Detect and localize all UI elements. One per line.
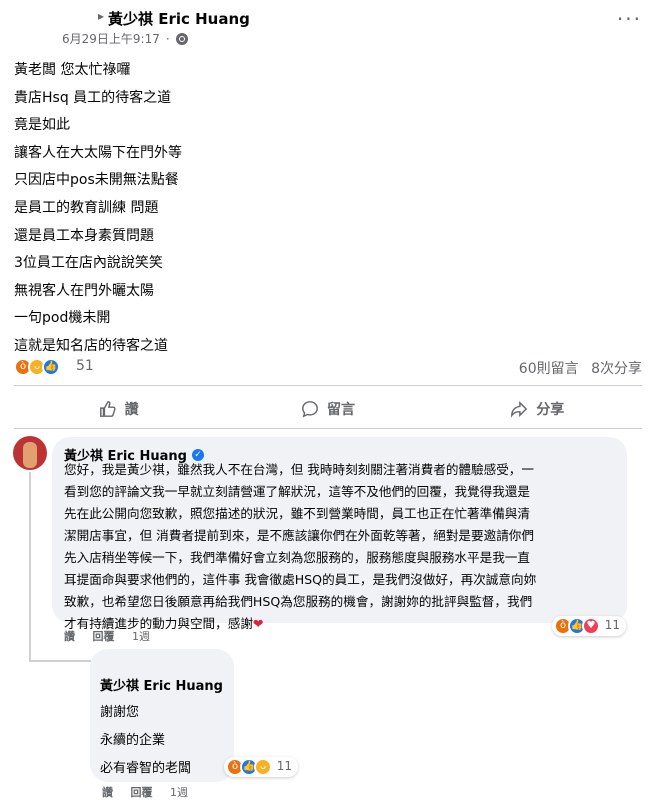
reply-reaction-count: 11: [276, 759, 292, 773]
reaction-summary: ò ᴗ 👍 51 60則留言 8次分享: [14, 356, 642, 380]
thread-line: [29, 472, 31, 662]
reply-time[interactable]: 1週: [170, 786, 188, 799]
comment-line: 您好，我是黃少祺，雖然我人不在台灣，但 我時時刻刻關注著消費者的體驗感受，一: [64, 462, 534, 477]
comment-line: 致歉，也希望您日後願意再給我們HSQ為您服務的機會，謝謝妳的批評與監督，我們: [64, 594, 533, 609]
reply-bubble: 黃少祺 Eric Huang 謝謝您 永續的企業 必有睿智的老闆: [90, 649, 234, 782]
reply-line: 必有睿智的老闆: [100, 761, 192, 776]
divider: [14, 428, 642, 429]
comment-line: 潔開店事宜，但 消費者提前到來，是不應該讓你們在外面乾等著，絕對是要邀請你們: [64, 528, 534, 543]
comment-actions: 讚 回覆 1週: [64, 628, 164, 644]
heart-icon: ❤: [252, 616, 264, 631]
reply-author[interactable]: 黃少祺 Eric Huang: [100, 675, 223, 694]
comment-reaction-count: 11: [604, 618, 620, 632]
post-line: 3位員工在店內說說笑笑: [14, 255, 163, 272]
haha-reaction-icon: ᴗ: [254, 758, 272, 776]
share-button[interactable]: 分享: [433, 392, 642, 426]
post-line: 是員工的教育訓練 問題: [14, 199, 159, 216]
comment-time[interactable]: 1週: [132, 630, 150, 643]
post-meta: 6月29日上午9:17 ·: [62, 30, 188, 47]
comment-reply-link[interactable]: 回覆: [93, 630, 115, 643]
share-icon: [511, 400, 528, 418]
post-line: 竟是如此: [14, 117, 70, 134]
reply-like-link[interactable]: 讚: [102, 786, 113, 799]
reply-actions: 讚 回覆 1週: [102, 784, 202, 800]
post-line: 還是員工本身素質問題: [14, 227, 154, 244]
post-separator: ·: [165, 31, 170, 46]
globe-icon: [175, 32, 188, 45]
post-header: ▸ 黃少祺 Eric Huang 6月29日上午9:17 · ···: [0, 0, 656, 48]
share-label: 分享: [536, 402, 565, 418]
post-line: 只因店中pos未開無法點餐: [14, 172, 179, 189]
comment-like-link[interactable]: 讚: [64, 630, 75, 643]
comment-line: 耳提面命與要求他們的，這件事 我會徹處HSQ的員工，是我們沒做好，再次誠意向妳: [64, 572, 537, 587]
reply-reply-link[interactable]: 回覆: [131, 786, 153, 799]
like-button[interactable]: 讚: [14, 392, 223, 426]
more-icon[interactable]: ···: [617, 9, 642, 29]
comment-body: 您好，我是黃少祺，雖然我人不在台灣，但 我時時刻刻關注著消費者的體驗感受，一 看…: [64, 459, 624, 635]
comment-line: 先在此公開向您致歉，照您描述的狀況，雖不到營業時間，員工也正在忙著準備與清: [64, 506, 530, 521]
thread-line: [29, 660, 91, 662]
post-line: 一句pod機未開: [14, 310, 111, 327]
post-line: 無視客人在門外曬太陽: [14, 282, 154, 299]
reply-line: 謝謝您: [100, 705, 140, 720]
comments-count[interactable]: 60則留言: [519, 361, 579, 377]
post-line: 讓客人在大太陽下在門外等: [14, 144, 182, 161]
reply-line: 永續的企業: [100, 733, 166, 748]
avatar[interactable]: [13, 436, 47, 470]
redacted-mask: [100, 655, 156, 669]
post-author[interactable]: 黃少祺 Eric Huang: [108, 8, 250, 29]
post-body: 黃老闆 您太忙祿囉 貴店Hsq 員工的待客之道 竟是如此 讓客人在大太陽下在門外…: [14, 57, 182, 361]
comment-bubble: 黃少祺 Eric Huang ✓ 您好，我是黃少祺，雖然我人不在台灣，但 我時時…: [52, 437, 627, 631]
action-bar: 讚 留言 分享: [14, 392, 642, 426]
post-timestamp[interactable]: 6月29日上午9:17: [62, 30, 160, 47]
post-line: 貴店Hsq 員工的待客之道: [14, 89, 172, 106]
shares-count[interactable]: 8次分享: [591, 361, 642, 377]
reaction-count[interactable]: 51: [76, 358, 94, 374]
comment-line: 先入店稍坐等候一下，我們準備好會立刻為您服務的，服務態度與服務水平是我一直: [64, 550, 530, 565]
reply-body: 謝謝您 永續的企業 必有睿智的老闆: [100, 699, 191, 783]
post-stats: 60則留言 8次分享: [511, 358, 642, 378]
divider: [14, 385, 642, 386]
comment-reactions[interactable]: ò 👍 ♥ 11: [552, 616, 626, 636]
comment-icon: [302, 401, 318, 418]
love-reaction-icon: ♥: [582, 617, 600, 635]
comment-button[interactable]: 留言: [223, 392, 432, 426]
reply-reactions[interactable]: ò 👍 ᴗ 11: [224, 757, 298, 777]
like-label: 讚: [124, 402, 139, 418]
post-line: 黃老闆 您太忙祿囉: [14, 62, 131, 78]
like-reaction-icon[interactable]: 👍: [42, 358, 60, 376]
comment-line: 看到您的評論文我一早就立刻請營運了解狀況，這等不及他們的回覆，我覺得我還是: [64, 484, 530, 499]
comment-label: 留言: [326, 402, 355, 418]
shared-arrow-icon: ▸: [98, 9, 105, 23]
like-icon: [99, 401, 116, 417]
